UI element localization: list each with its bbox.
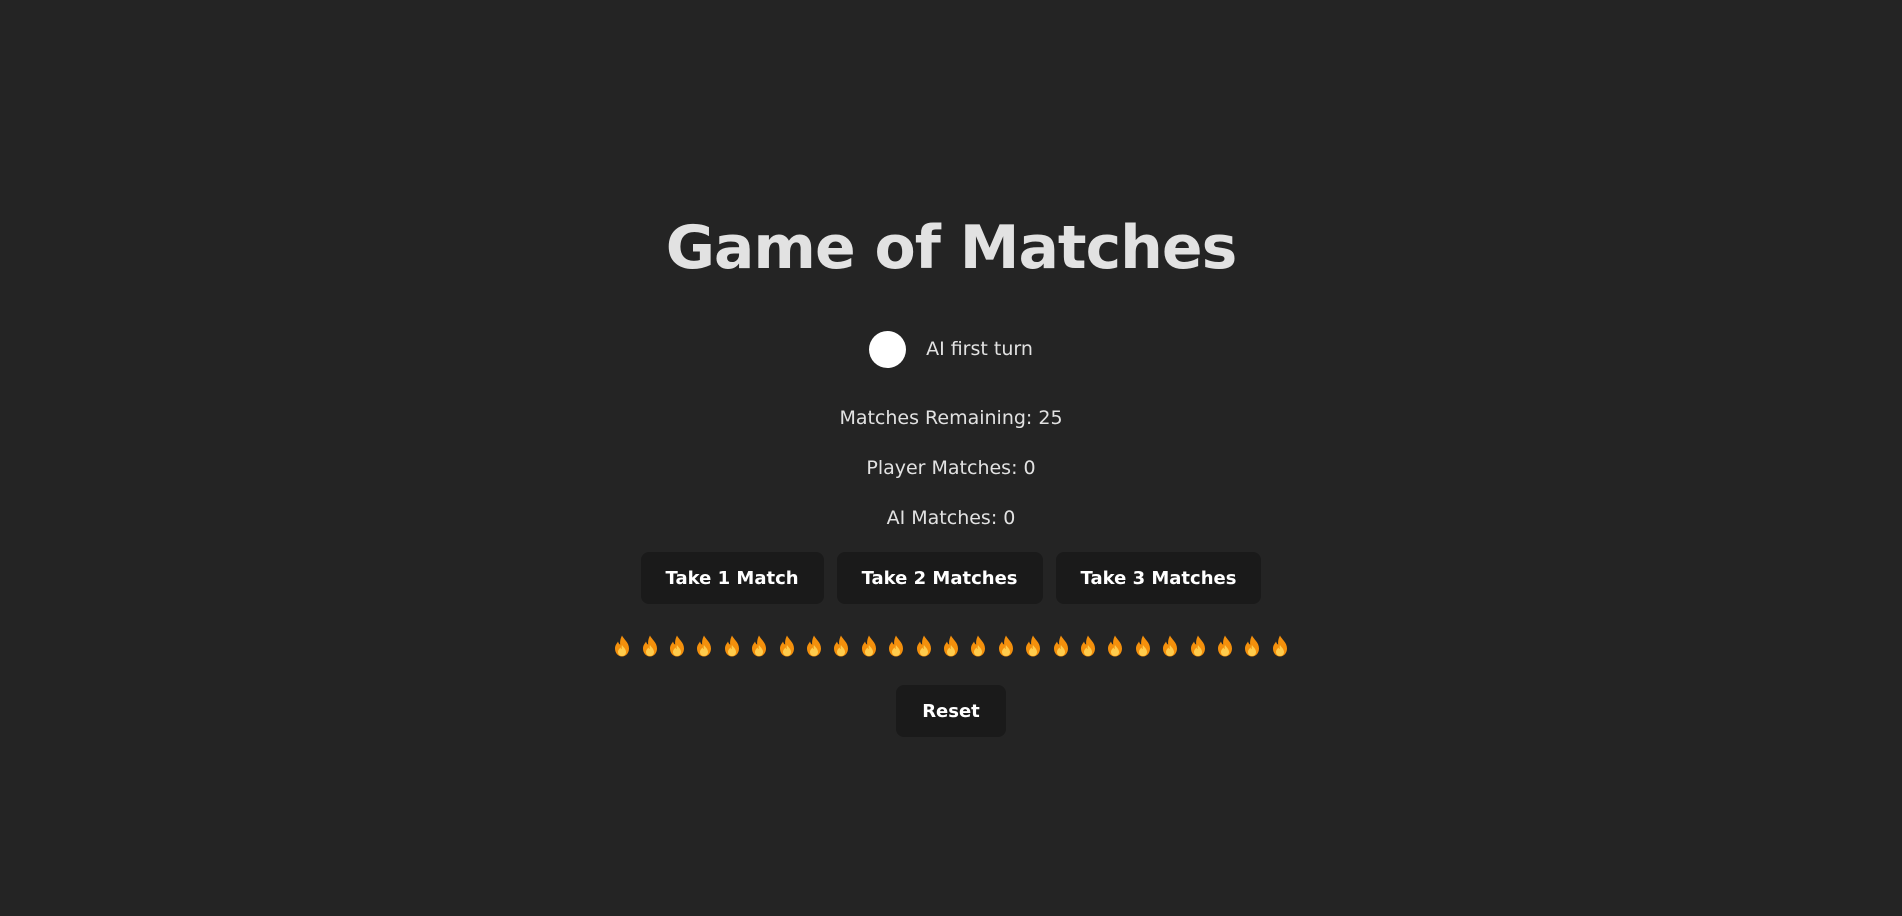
fire-icon [834, 635, 849, 657]
fire-icon [807, 635, 822, 657]
fire-icon [1135, 635, 1150, 657]
fire-icon [1053, 635, 1068, 657]
fire-icon [916, 635, 931, 657]
fire-icon [1245, 635, 1260, 657]
fire-icon [724, 635, 739, 657]
fire-icon [1108, 635, 1123, 657]
fire-icon [670, 635, 685, 657]
player-matches-text: Player Matches: 0 [866, 457, 1036, 479]
ai-matches-text: AI Matches: 0 [886, 507, 1016, 529]
fire-icon [1026, 635, 1041, 657]
matches-remaining-text: Matches Remaining: 25 [839, 407, 1063, 429]
fire-icon [1217, 635, 1232, 657]
page-title: Game of Matches [665, 213, 1238, 283]
fire-icon [752, 635, 767, 657]
ai-first-turn-label: AI first turn [926, 338, 1033, 360]
fire-icon [944, 635, 958, 657]
app-root: Game of Matches AI first turn Matches Re… [0, 0, 1902, 916]
reset-button[interactable]: Reset [896, 685, 1006, 737]
take-2-matches-button[interactable]: Take 2 Matches [836, 552, 1043, 604]
matches-row [0, 632, 1902, 660]
fire-icon [971, 635, 986, 657]
fire-icon [779, 635, 794, 657]
fire-icon [998, 635, 1013, 657]
fire-icon [697, 635, 712, 657]
take-3-matches-button[interactable]: Take 3 Matches [1055, 552, 1262, 604]
fire-icon [889, 635, 904, 657]
reset-row: Reset [0, 685, 1902, 737]
fire-icon [615, 635, 630, 657]
take-buttons-row: Take 1 Match Take 2 Matches Take 3 Match… [0, 552, 1902, 604]
fire-icon [1190, 635, 1205, 657]
ai-first-turn-toggle[interactable] [869, 330, 907, 368]
fire-icon [642, 635, 657, 657]
fire-icon [1080, 635, 1095, 657]
take-1-match-button[interactable]: Take 1 Match [640, 552, 824, 604]
fire-icon [1272, 635, 1287, 657]
fire-icon [1163, 635, 1178, 657]
ai-first-turn-toggle-row: AI first turn [0, 330, 1902, 368]
fire-icon [861, 635, 876, 657]
